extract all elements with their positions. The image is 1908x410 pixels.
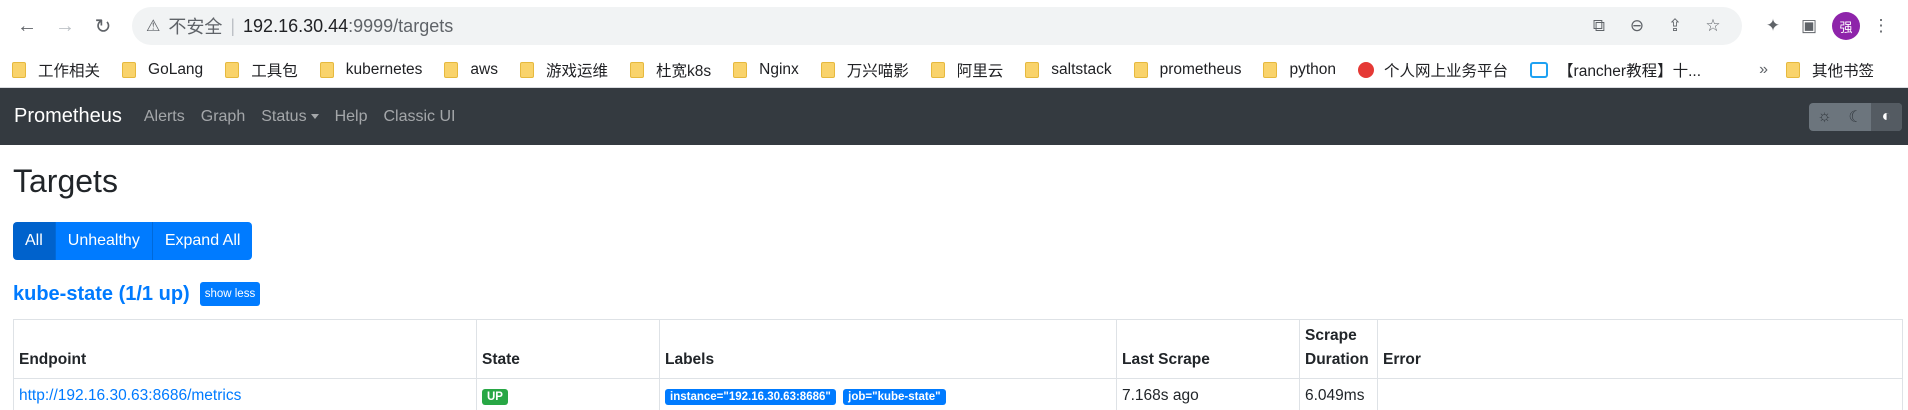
nav-help[interactable]: Help	[335, 108, 368, 126]
filter-button-group: All Unhealthy Expand All	[13, 222, 253, 260]
filter-all-button[interactable]: All	[13, 222, 56, 260]
site-favicon-icon	[1358, 61, 1375, 78]
pool-header: kube-state (1/1 up) show less	[13, 280, 1895, 308]
bookmark-item[interactable]: 万兴喵影	[820, 59, 909, 81]
brand-link[interactable]: Prometheus	[14, 105, 122, 128]
folder-icon	[225, 61, 240, 78]
avatar[interactable]: 强	[1832, 12, 1860, 40]
more-bookmarks-button[interactable]: »	[1759, 61, 1768, 79]
folder-icon	[319, 61, 334, 78]
browser-toolbar: ← → ↻ ⚠ 不安全 | 192.16.30.44 :9999/targets…	[0, 0, 1908, 52]
forward-arrow-icon[interactable]: →	[48, 9, 82, 43]
table-header-row: Endpoint State Labels Last Scrape Scrape…	[13, 319, 1903, 379]
bilibili-favicon-icon	[1530, 61, 1549, 78]
folder-icon	[820, 61, 835, 78]
pool-title-link[interactable]: kube-state (1/1 up)	[13, 283, 190, 306]
page-title: Targets	[13, 163, 118, 199]
bookmark-item[interactable]: 游戏运维	[519, 59, 608, 81]
folder-icon	[733, 61, 748, 78]
state-badge: UP	[482, 389, 508, 405]
label-badge: job="kube-state"	[843, 389, 946, 405]
translate-icon[interactable]: ⧉	[1584, 11, 1614, 41]
folder-icon	[12, 61, 26, 78]
folder-icon	[122, 61, 137, 78]
column-header-last-scrape: Last Scrape	[1116, 319, 1300, 379]
bookmark-item[interactable]: prometheus	[1133, 61, 1241, 79]
sun-icon[interactable]: ☼	[1809, 103, 1840, 131]
column-header-state: State	[476, 319, 660, 379]
browser-actions: ✦ ▣ 强 ⋮	[1752, 11, 1896, 41]
app-navbar: Prometheus Alerts Graph Status Help Clas…	[0, 88, 1908, 145]
state-cell: UP	[476, 378, 660, 410]
filter-unhealthy-button[interactable]: Unhealthy	[55, 222, 153, 260]
bookmark-item[interactable]: 工作相关	[12, 59, 100, 81]
moon-icon[interactable]: ☾	[1840, 103, 1871, 131]
folder-icon	[519, 61, 534, 78]
star-icon[interactable]: ☆	[1698, 11, 1728, 41]
bookmark-item[interactable]: 杜宽k8s	[630, 59, 711, 81]
column-header-labels: Labels	[659, 319, 1117, 379]
folder-icon	[1025, 61, 1040, 78]
show-less-button[interactable]: show less	[199, 282, 261, 306]
expand-all-button[interactable]: Expand All	[152, 222, 253, 260]
bookmark-item[interactable]: python	[1263, 61, 1336, 79]
address-host: 192.16.30.44	[243, 15, 349, 36]
main-content: Targets All Unhealthy Expand All kube-st…	[0, 161, 1908, 410]
nav-status[interactable]: Status	[261, 108, 319, 126]
bookmark-item[interactable]: saltstack	[1025, 61, 1112, 79]
address-separator: |	[230, 15, 236, 36]
security-label: 不安全	[168, 17, 223, 37]
contrast-icon[interactable]: ◐	[1871, 103, 1902, 131]
folder-icon	[444, 61, 459, 78]
bookmark-item[interactable]: aws	[444, 61, 498, 79]
side-panel-icon[interactable]: ▣	[1794, 11, 1824, 41]
table-row: http://192.16.30.63:8686/metrics UP inst…	[13, 378, 1903, 410]
menu-kebab-icon[interactable]: ⋮	[1866, 11, 1896, 41]
column-header-endpoint: Endpoint	[13, 319, 477, 379]
scrape-duration-cell: 6.049ms	[1299, 378, 1378, 410]
nav-graph[interactable]: Graph	[201, 108, 245, 126]
folder-icon	[1133, 61, 1148, 78]
endpoint-cell: http://192.16.30.63:8686/metrics	[13, 378, 477, 410]
nav-classic-ui[interactable]: Classic UI	[383, 108, 455, 126]
bookmark-item[interactable]: GoLang	[122, 61, 203, 79]
folder-icon	[1785, 61, 1800, 78]
address-bar[interactable]: ⚠ 不安全 | 192.16.30.44 :9999/targets ⧉ ⊖ ⇪…	[132, 7, 1742, 45]
warning-icon[interactable]: ⚠	[146, 16, 160, 36]
folder-icon	[1263, 61, 1278, 78]
bookmark-item[interactable]: Nginx	[733, 61, 799, 79]
bookmark-item[interactable]: 工具包	[225, 59, 298, 81]
folder-icon	[630, 61, 644, 78]
extensions-icon[interactable]: ✦	[1758, 11, 1788, 41]
error-cell	[1377, 378, 1903, 410]
bookmark-item[interactable]: 阿里云	[930, 59, 1003, 81]
address-path: :9999/targets	[348, 15, 454, 36]
column-header-error: Error	[1377, 319, 1903, 379]
column-header-scrape-duration: Scrape Duration	[1299, 319, 1378, 379]
bookmark-item[interactable]: kubernetes	[319, 61, 422, 79]
endpoint-link[interactable]: http://192.16.30.63:8686/metrics	[19, 387, 241, 404]
zoom-out-icon[interactable]: ⊖	[1622, 11, 1652, 41]
bookmark-item[interactable]: 【rancher教程】十...	[1530, 59, 1701, 81]
last-scrape-cell: 7.168s ago	[1116, 378, 1300, 410]
bookmarks-bar: 工作相关 GoLang 工具包 kubernetes aws 游戏运维 杜宽k8…	[0, 52, 1908, 88]
back-arrow-icon[interactable]: ←	[10, 9, 44, 43]
caret-down-icon	[310, 113, 319, 119]
share-icon[interactable]: ⇪	[1660, 11, 1690, 41]
targets-table: Endpoint State Labels Last Scrape Scrape…	[13, 319, 1903, 410]
label-badge: instance="192.16.30.63:8686"	[665, 389, 836, 405]
labels-cell: instance="192.16.30.63:8686" job="kube-s…	[659, 378, 1117, 410]
folder-icon	[930, 61, 945, 78]
theme-toggle-group: ☼ ☾ ◐	[1809, 103, 1902, 131]
nav-alerts[interactable]: Alerts	[144, 108, 185, 126]
other-bookmarks[interactable]: 其他书签	[1785, 59, 1874, 81]
reload-icon[interactable]: ↻	[86, 9, 120, 43]
bookmark-item[interactable]: 个人网上业务平台	[1358, 59, 1508, 81]
